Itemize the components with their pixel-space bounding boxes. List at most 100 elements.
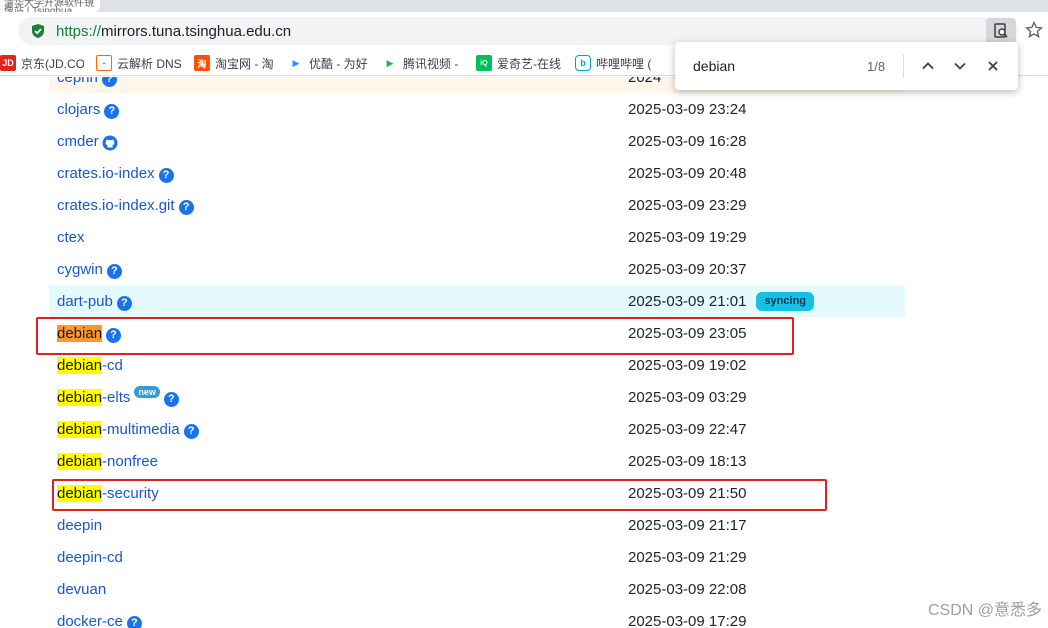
- date-text: 2025-03-09 20:37: [628, 260, 747, 278]
- secure-shield-icon[interactable]: [30, 23, 46, 39]
- help-icon[interactable]: ?: [116, 295, 132, 311]
- table-row: devuan 2025-03-09 22:08: [49, 573, 905, 605]
- find-in-page-icon[interactable]: [986, 18, 1016, 44]
- chevron-up-icon: [922, 62, 934, 70]
- table-row: crates.io-index.git? 2025-03-09 23:29: [49, 189, 905, 221]
- mirror-link[interactable]: dart-pub?: [57, 285, 132, 317]
- last-update-time: 2025-03-09 21:29: [628, 541, 746, 573]
- table-row: cygwin? 2025-03-09 20:37: [49, 253, 905, 285]
- table-row: docker-ce? 2025-03-09 17:29: [49, 605, 905, 628]
- jd-icon: JD: [0, 55, 16, 71]
- help-icon[interactable]: ?: [104, 103, 120, 119]
- mirror-link[interactable]: ctex: [57, 221, 85, 253]
- mirror-name-text: ctex: [57, 228, 85, 246]
- mirror-name-text: deepin-cd: [57, 548, 123, 566]
- url-text[interactable]: https://mirrors.tuna.tsinghua.edu.cn: [56, 23, 291, 40]
- last-update-time: 2025-03-09 16:28: [628, 125, 746, 157]
- help-icon[interactable]: ?: [126, 615, 142, 628]
- chevron-down-icon: [954, 62, 966, 70]
- mirror-link[interactable]: debian -multimedia?: [57, 413, 199, 445]
- last-update-time: 2025-03-09 21:17: [628, 509, 746, 541]
- mirror-name-text: -elts: [102, 388, 131, 406]
- github-icon[interactable]: [102, 135, 118, 151]
- youku-icon: ▶: [288, 55, 304, 71]
- table-row: cmder 2025-03-09 16:28: [49, 125, 905, 157]
- last-update-time: 2025-03-09 23:24: [628, 93, 746, 125]
- csdn-watermark: CSDN @意悉多: [927, 602, 1042, 619]
- mirror-link[interactable]: cephn?: [57, 77, 117, 93]
- date-text: 2025-03-09 03:29: [628, 388, 747, 406]
- mirror-link[interactable]: deepin-cd: [57, 541, 123, 573]
- date-text: 2025-03-09 16:28: [628, 132, 747, 150]
- mirror-link[interactable]: clojars?: [57, 93, 120, 125]
- last-update-time: 2025-03-09 20:48: [628, 157, 746, 189]
- mirror-name-text: crates.io-index.git: [57, 196, 175, 214]
- active-tab[interactable]: 清华大学开源软件镜像站 | Tsinghua: [0, 0, 100, 12]
- mirror-link[interactable]: docker-ce?: [57, 605, 142, 628]
- address-bar[interactable]: https://mirrors.tuna.tsinghua.edu.cn: [18, 17, 1018, 45]
- mirror-name-text: clojars: [57, 100, 101, 118]
- find-match-count: 1/8: [867, 58, 886, 74]
- help-icon[interactable]: ?: [178, 199, 194, 215]
- annotation-box-debian: [36, 317, 794, 355]
- mirror-name-text: -cd: [102, 356, 123, 374]
- mirror-link[interactable]: crates.io-index?: [57, 157, 174, 189]
- mirror-link[interactable]: cygwin?: [57, 253, 122, 285]
- bookmark-jd[interactable]: JD 京东(JD.CO: [0, 54, 84, 72]
- bilibili-icon: b: [575, 55, 591, 71]
- mirror-link[interactable]: deepin: [57, 509, 102, 541]
- date-text: 2025-03-09 18:13: [628, 452, 747, 470]
- mirror-name-text: cygwin: [57, 260, 103, 278]
- find-next-button[interactable]: [948, 54, 972, 78]
- date-text: 2025-03-09 21:01: [628, 292, 747, 310]
- bookmark-taobao[interactable]: 淘淘宝网 - 淘: [194, 54, 278, 72]
- find-input[interactable]: debian: [693, 42, 735, 90]
- help-icon[interactable]: ?: [106, 263, 122, 279]
- annotation-box-debian-security: [52, 479, 827, 511]
- syncing-badge: syncing: [756, 291, 815, 311]
- mirror-name-text: cmder: [57, 132, 99, 150]
- mirror-link[interactable]: devuan: [57, 573, 106, 605]
- last-update-time: 2025-03-09 18:13: [628, 445, 746, 477]
- url-scheme: https://: [56, 22, 102, 40]
- find-match-highlight: debian: [57, 420, 103, 438]
- last-update-time: 2025-03-09 22:47: [628, 413, 746, 445]
- iqiyi-icon: iQ: [476, 55, 492, 71]
- last-update-time: 2025-03-09 22:08: [628, 573, 746, 605]
- find-match-highlight: debian: [57, 356, 103, 374]
- table-row: dart-pub? 2025-03-09 21:01 syncing: [49, 285, 905, 317]
- bookmark-star-icon[interactable]: [1024, 20, 1044, 40]
- mirror-name-text: dart-pub: [57, 292, 113, 310]
- bookmark-youku[interactable]: ▶ 优酷 - 为好: [288, 54, 372, 72]
- table-row: debian -multimedia? 2025-03-09 22:47: [49, 413, 905, 445]
- last-update-time: 2025-03-09 19:29: [628, 221, 746, 253]
- help-icon[interactable]: ?: [158, 167, 174, 183]
- mirror-name-text: cephn: [57, 77, 98, 86]
- help-icon[interactable]: ?: [183, 423, 199, 439]
- last-update-time: 2025-03-09 17:29: [628, 605, 746, 628]
- table-row: debian -nonfree 2025-03-09 18:13: [49, 445, 905, 477]
- help-icon[interactable]: ?: [101, 77, 117, 87]
- find-close-button[interactable]: [981, 54, 1005, 78]
- mirror-name-text: devuan: [57, 580, 107, 598]
- mirror-name-text: -multimedia: [102, 420, 180, 438]
- bookmark-bilibili[interactable]: b 哔哩哔哩 (: [575, 54, 657, 72]
- mirror-link[interactable]: cmder: [57, 125, 118, 157]
- table-row: debian -elts new? 2025-03-09 03:29: [49, 381, 905, 413]
- find-divider: [903, 54, 904, 78]
- last-update-time: 2024: [628, 77, 661, 93]
- last-update-time: 2025-03-09 20:37: [628, 253, 746, 285]
- table-row: clojars? 2025-03-09 23:24: [49, 93, 905, 125]
- table-row: deepin 2025-03-09 21:17: [49, 509, 905, 541]
- bookmark-tencent-video[interactable]: ▶ 腾讯视频 -: [382, 54, 464, 72]
- mirror-link[interactable]: crates.io-index.git?: [57, 189, 194, 221]
- find-previous-button[interactable]: [916, 54, 940, 78]
- find-match-highlight: debian: [57, 452, 103, 470]
- help-icon[interactable]: ?: [163, 391, 179, 407]
- bookmark-iqiyi[interactable]: iQ 爱奇艺-在线: [476, 54, 566, 72]
- mirror-link[interactable]: debian -nonfree: [57, 445, 158, 477]
- bookmark-aliyun-dns[interactable]: - 云解析 DNS: [96, 54, 186, 72]
- last-update-time: 2025-03-09 23:29: [628, 189, 746, 221]
- table-row: ctex 2025-03-09 19:29: [49, 221, 905, 253]
- mirror-link[interactable]: debian -elts new?: [57, 381, 179, 413]
